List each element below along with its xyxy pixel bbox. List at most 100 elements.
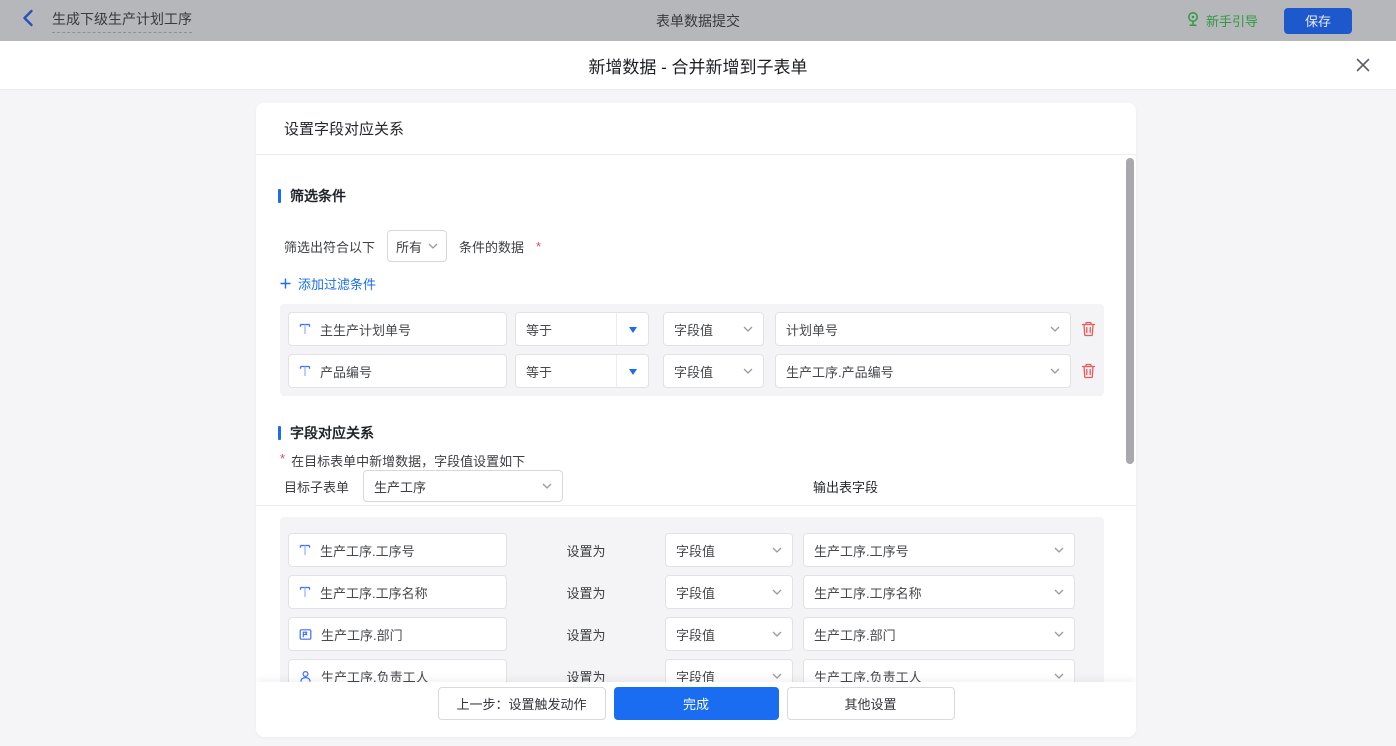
chevron-down-icon xyxy=(542,483,552,489)
card-footer: 上一步：设置触发动作 完成 其他设置 xyxy=(256,682,1136,737)
mapping-row: 生产工序.工序号 设置为 字段值 生产工序.工序号 xyxy=(288,533,1096,567)
save-button[interactable]: 保存 xyxy=(1284,8,1352,34)
value-type-select[interactable]: 字段值 xyxy=(663,312,764,346)
value-type-select[interactable]: 字段值 xyxy=(665,575,793,609)
mapping-row: 生产工序.工序名称 设置为 字段值 生产工序.工序名称 xyxy=(288,575,1096,609)
output-field-select[interactable]: 生产工序.部门 xyxy=(803,617,1075,651)
output-field-select[interactable]: 生产工序.工序名称 xyxy=(803,575,1075,609)
value-type-label: 字段值 xyxy=(676,625,715,644)
operator-caret[interactable] xyxy=(616,355,648,387)
value-type-select[interactable]: 字段值 xyxy=(663,354,764,388)
filter-field-label: 产品编号 xyxy=(320,362,372,381)
operator-label: 等于 xyxy=(516,362,616,381)
card-scrollbar-thumb[interactable] xyxy=(1126,158,1134,464)
chevron-down-icon xyxy=(1054,589,1064,595)
card-header: 设置字段对应关系 xyxy=(256,103,1136,155)
sentence-suffix: 条件的数据 xyxy=(459,237,524,256)
guide-label: 新手引导 xyxy=(1206,11,1258,30)
sentence-prefix: 筛选出符合以下 xyxy=(284,237,375,256)
filter-row: 产品编号 等于 字段值 生产工序.产品编号 xyxy=(288,354,1096,388)
modal-title: 新增数据 - 合并新增到子表单 xyxy=(588,53,807,78)
operator-caret[interactable] xyxy=(616,313,648,345)
department-field-icon xyxy=(299,628,312,641)
mapping-field-label: 生产工序.工序号 xyxy=(320,541,415,560)
value-type-label: 字段值 xyxy=(676,583,715,602)
mapping-field-box[interactable]: 生产工序.工序名称 xyxy=(288,575,507,609)
delete-filter-icon[interactable] xyxy=(1081,321,1096,337)
add-filter-condition-link[interactable]: 添加过滤条件 xyxy=(280,274,376,293)
chevron-down-icon xyxy=(772,547,782,553)
mapping-field-box[interactable]: 生产工序.工序号 xyxy=(288,533,507,567)
chevron-down-icon xyxy=(1054,631,1064,637)
section-accent-bar xyxy=(278,426,281,440)
filter-field-select[interactable]: 主生产计划单号 xyxy=(288,312,507,346)
operator-label: 等于 xyxy=(516,320,616,339)
filter-value-label: 计划单号 xyxy=(786,320,838,339)
caret-down-icon xyxy=(629,327,637,337)
filter-section-label: 筛选条件 xyxy=(290,186,346,206)
target-subform-select[interactable]: 生产工序 xyxy=(363,470,563,502)
workflow-node-title[interactable]: 生成下级生产计划工序 xyxy=(52,9,192,33)
text-field-icon xyxy=(299,544,311,556)
output-field-select[interactable]: 生产工序.工序号 xyxy=(803,533,1075,567)
required-asterisk: * xyxy=(536,239,541,254)
close-icon[interactable] xyxy=(1354,56,1372,74)
filter-row: 主生产计划单号 等于 字段值 计划单号 xyxy=(288,312,1096,346)
section-divider xyxy=(256,505,1136,506)
filter-section-heading: 筛选条件 xyxy=(278,186,346,206)
chevron-down-icon xyxy=(1050,368,1060,374)
set-to-label: 设置为 xyxy=(507,583,665,602)
match-mode-select[interactable]: 所有 xyxy=(387,230,447,262)
target-subform-row: 目标子表单 生产工序 xyxy=(284,470,563,502)
value-type-select[interactable]: 字段值 xyxy=(665,533,793,567)
chevron-down-icon xyxy=(428,243,438,249)
other-settings-button[interactable]: 其他设置 xyxy=(787,687,955,720)
user-field-icon xyxy=(299,670,312,683)
text-field-icon xyxy=(299,586,311,598)
output-fields-header: 输出表字段 xyxy=(813,477,878,496)
mapping-row: 生产工序.部门 设置为 字段值 生产工序.部门 xyxy=(288,617,1096,651)
plus-icon xyxy=(280,278,291,289)
back-button[interactable] xyxy=(22,9,34,32)
chevron-down-icon xyxy=(743,368,753,374)
mapping-field-label: 生产工序.工序名称 xyxy=(320,583,428,602)
done-button[interactable]: 完成 xyxy=(614,687,779,720)
chevron-down-icon xyxy=(743,326,753,332)
text-field-icon xyxy=(299,323,311,335)
target-subform-label: 目标子表单 xyxy=(284,477,349,496)
delete-filter-icon[interactable] xyxy=(1081,363,1096,379)
chevron-down-icon xyxy=(1054,547,1064,553)
modal-header: 新增数据 - 合并新增到子表单 xyxy=(0,41,1396,90)
mapping-subtitle: * 在目标表单中新增数据，字段值设置如下 xyxy=(280,451,525,470)
topbar: 生成下级生产计划工序 表单数据提交 新手引导 保存 xyxy=(0,0,1396,41)
filter-value-label: 生产工序.产品编号 xyxy=(786,362,894,381)
mapping-subtitle-text: 在目标表单中新增数据，字段值设置如下 xyxy=(291,451,525,470)
back-chevron-icon xyxy=(22,9,34,32)
filter-field-select[interactable]: 产品编号 xyxy=(288,354,507,388)
set-to-label: 设置为 xyxy=(507,625,665,644)
required-asterisk: * xyxy=(280,451,285,466)
value-type-label: 字段值 xyxy=(676,541,715,560)
match-mode-value: 所有 xyxy=(396,237,422,256)
target-subform-value: 生产工序 xyxy=(374,477,426,496)
filter-operator-select[interactable]: 等于 xyxy=(515,354,649,388)
modal-body: 设置字段对应关系 筛选条件 筛选出符合以下 所有 条件的数据 * 添加过滤条件 xyxy=(0,90,1396,746)
filter-match-sentence: 筛选出符合以下 所有 条件的数据 * xyxy=(284,230,541,262)
beginner-guide-link[interactable]: 新手引导 xyxy=(1186,11,1258,30)
value-type-select[interactable]: 字段值 xyxy=(665,617,793,651)
mapping-section-label: 字段对应关系 xyxy=(290,423,374,443)
filter-operator-select[interactable]: 等于 xyxy=(515,312,649,346)
output-field-label: 生产工序.部门 xyxy=(814,625,896,644)
filter-value-select[interactable]: 生产工序.产品编号 xyxy=(775,354,1071,388)
text-field-icon xyxy=(299,365,311,377)
filter-field-label: 主生产计划单号 xyxy=(320,320,411,339)
filter-value-select[interactable]: 计划单号 xyxy=(775,312,1071,346)
mapping-field-label: 生产工序.部门 xyxy=(321,625,403,644)
chevron-down-icon xyxy=(1050,326,1060,332)
output-field-label: 生产工序.工序号 xyxy=(814,541,909,560)
filter-rows-panel: 主生产计划单号 等于 字段值 计划单号 xyxy=(280,304,1104,396)
chevron-down-icon xyxy=(772,673,782,679)
mapping-field-box[interactable]: 生产工序.部门 xyxy=(288,617,507,651)
previous-step-button[interactable]: 上一步：设置触发动作 xyxy=(438,687,606,720)
chevron-down-icon xyxy=(772,631,782,637)
